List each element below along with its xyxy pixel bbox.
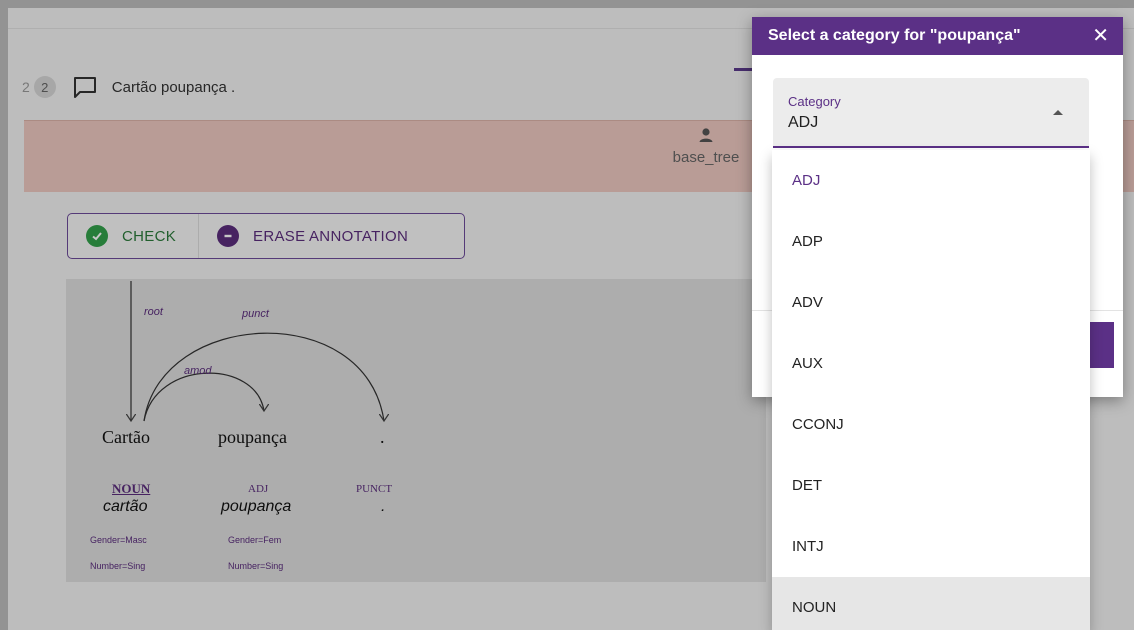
select-value: ADJ [788,114,819,131]
minus-circle-icon [217,225,240,247]
check-button[interactable]: CHECK [68,214,200,258]
caret-up-icon [1053,110,1063,115]
dialog-title: Select a category for "poupança" [768,27,1021,44]
menu-item-noun[interactable]: NOUN [772,577,1090,630]
tab-base-tree[interactable]: base_tree [660,127,752,166]
arc-label-amod: amod [184,365,212,377]
erase-annotation-button[interactable]: ERASE ANNOTATION [199,214,422,258]
token-feature[interactable]: Gender=Masc [90,535,147,545]
category-options-menu: ADJ ADP ADV AUX CCONJ DET INTJ NOUN [772,150,1090,630]
sentence-text: Cartão poupança . [111,78,236,96]
token-feature[interactable]: Number=Sing [228,561,283,571]
token-form[interactable]: poupança [218,427,287,448]
dialog-header: Select a category for "poupança" [752,17,1123,55]
menu-item-adv[interactable]: ADV [772,272,1090,333]
menu-item-adp[interactable]: ADP [772,211,1090,272]
sentence-index-badge: 2 [33,76,56,98]
token-upos[interactable]: NOUN [112,481,150,497]
select-label: Category [788,94,841,109]
submit-button[interactable] [1086,322,1114,368]
amod-arc [143,372,264,422]
token-form[interactable]: . [380,427,385,448]
arc-label-root: root [144,306,164,318]
arc-label-punct: punct [241,308,270,320]
menu-item-det[interactable]: DET [772,455,1090,516]
erase-label: ERASE ANNOTATION [253,227,409,245]
action-button-group: CHECK ERASE ANNOTATION [67,213,465,259]
menu-item-intj[interactable]: INTJ [772,516,1090,577]
token-feature[interactable]: Gender=Fem [228,535,281,545]
sentence-index: 2 [22,79,30,95]
check-label: CHECK [122,227,177,245]
dependency-tree-panel: root punct amod Cartão poupança . NOUN A… [66,279,766,582]
token-form[interactable]: Cartão [102,427,150,448]
menu-item-cconj[interactable]: CCONJ [772,394,1090,455]
menu-item-aux[interactable]: AUX [772,333,1090,394]
category-select[interactable]: Category ADJ [773,78,1089,148]
person-icon [699,128,713,142]
token-lemma[interactable]: . [381,498,385,516]
tab-label: base_tree [672,149,740,166]
dependency-arcs: root punct amod [66,281,766,582]
token-upos[interactable]: PUNCT [356,483,392,495]
sentence-row: 2 2 Cartão poupança . [22,76,235,98]
menu-item-adj[interactable]: ADJ [772,150,1090,211]
token-lemma[interactable]: cartão [103,498,147,516]
token-upos[interactable]: ADJ [248,483,268,495]
close-icon[interactable]: ✕ [1092,26,1109,46]
check-circle-icon [86,225,108,247]
token-feature[interactable]: Number=Sing [90,561,145,571]
comment-icon[interactable] [72,76,98,98]
token-lemma[interactable]: poupança [221,498,291,516]
